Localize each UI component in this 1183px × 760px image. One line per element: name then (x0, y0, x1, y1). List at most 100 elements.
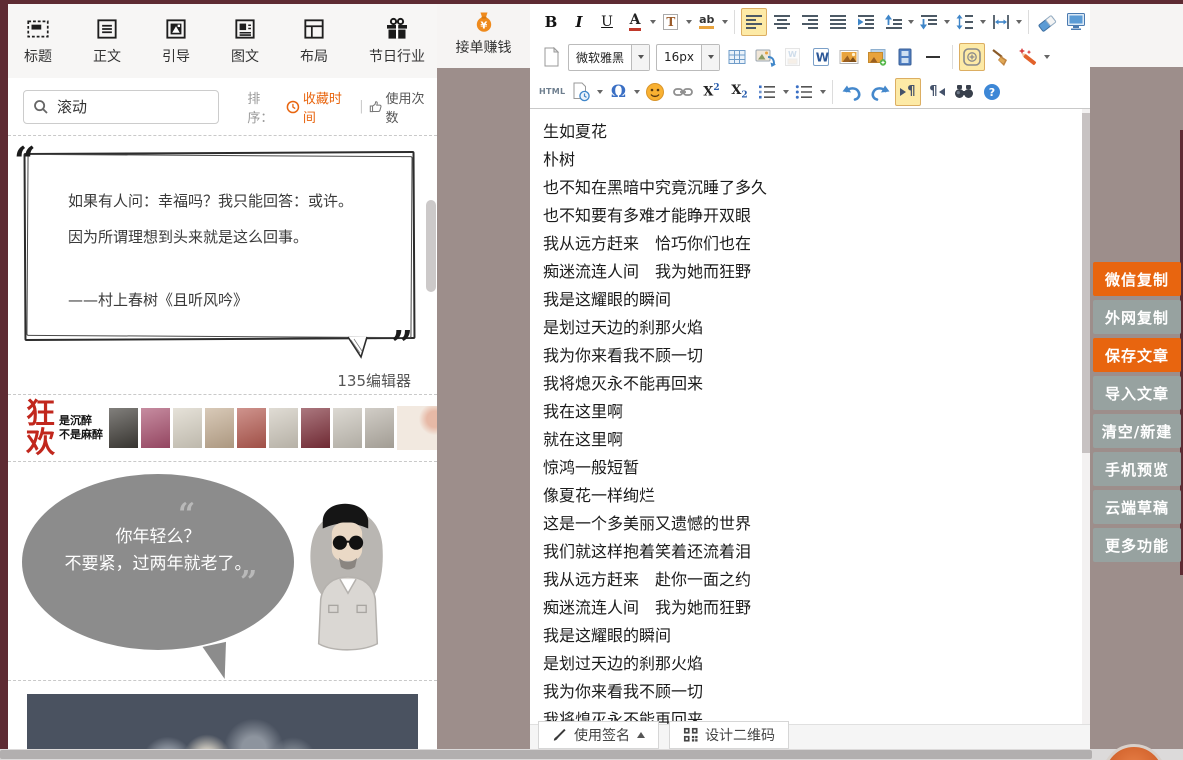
svg-text:¥: ¥ (480, 20, 487, 31)
editor-content[interactable]: 生如夏花朴树也不知在黑暗中究竟沉睡了多久也不知要有多难才能睁开双眼我从远方赶来 … (530, 109, 1082, 725)
font-color-caret[interactable] (649, 9, 657, 35)
region-select-button[interactable] (959, 43, 985, 71)
help-button[interactable]: ? (979, 78, 1005, 106)
wechat-copy-button[interactable]: 微信复制 (1093, 262, 1181, 296)
tab-title[interactable]: 标题 (24, 16, 52, 66)
unordered-list-caret[interactable] (818, 79, 827, 105)
horizontal-rule-button[interactable] (920, 43, 946, 71)
ordered-list-caret[interactable] (781, 79, 790, 105)
auto-typeset-caret[interactable] (1042, 44, 1051, 70)
word-image-button[interactable]: W (780, 43, 806, 71)
font-family-caret[interactable] (631, 45, 649, 70)
sidebar-scrollbar[interactable] (426, 200, 436, 292)
paragraph-space-before-button[interactable] (881, 8, 907, 36)
ltr-direction-button[interactable]: ¶ (895, 78, 921, 106)
tab-festival[interactable]: 节日行业 (369, 16, 425, 66)
word-import-button[interactable]: W (808, 43, 834, 71)
redo-button[interactable] (867, 78, 893, 106)
italic-button[interactable]: I (566, 8, 592, 36)
save-article-button[interactable]: 保存文章 (1093, 338, 1181, 372)
unordered-list-button[interactable] (791, 78, 817, 106)
tab-body[interactable]: 正文 (93, 16, 121, 66)
undo-button[interactable] (839, 78, 865, 106)
special-char-button[interactable]: Ω (605, 78, 631, 106)
more-features-button[interactable]: 更多功能 (1093, 528, 1181, 562)
highlight-button[interactable]: ab (694, 8, 720, 36)
use-signature-button[interactable]: 使用签名 (538, 721, 659, 749)
insert-video-button[interactable] (892, 43, 918, 71)
multi-image-icon (867, 48, 887, 66)
line-height-button[interactable] (952, 8, 978, 36)
sort-by-usage-count[interactable]: 使用次数 (369, 88, 437, 126)
tab-earn-money[interactable]: ¥ 接单赚钱 (437, 10, 530, 57)
bubble-line: 你年轻么？ (22, 524, 294, 551)
editor-scrollbar-track[interactable] (1082, 109, 1090, 725)
external-copy-button[interactable]: 外网复制 (1093, 300, 1181, 334)
quote-line: 因为所谓理想到头来就是这么回事。 (68, 226, 391, 247)
letter-spacing-button[interactable] (988, 8, 1014, 36)
find-replace-button[interactable] (951, 78, 977, 106)
preview-button[interactable] (1063, 8, 1089, 36)
snippet-caret[interactable] (595, 79, 604, 105)
link-icon (673, 86, 693, 98)
space-before-caret[interactable] (908, 9, 916, 35)
template-item-quote[interactable]: “ ” 如果有人问：幸福吗？我只能回答：或许。 因为所谓理想到头来就是这么回事。… (8, 135, 437, 395)
snippet-button[interactable] (568, 78, 594, 106)
align-left-button[interactable] (741, 8, 767, 36)
mobile-preview-button[interactable]: 手机预览 (1093, 452, 1181, 486)
tab-guide[interactable]: 引导 (162, 16, 190, 66)
search-input[interactable]: 滚动 (23, 90, 219, 124)
insert-link-button[interactable] (670, 78, 696, 106)
guide-icon (163, 16, 189, 42)
new-document-button[interactable] (538, 43, 564, 71)
paragraph-space-after-button[interactable] (916, 8, 942, 36)
screenshot-upload-button[interactable] (752, 43, 778, 71)
insert-table-button[interactable] (724, 43, 750, 71)
template-item-banner[interactable]: 狂欢 是沉醉 不是麻醉 (8, 395, 437, 462)
bold-button[interactable]: B (538, 8, 564, 36)
template-item-bubble[interactable]: “ ” 你年轻么？ 不要紧，过两年就老了。 (8, 462, 437, 681)
font-family-select[interactable]: 微软雅黑 (568, 44, 650, 71)
align-center-button[interactable] (769, 8, 795, 36)
html-source-button[interactable]: HTML (538, 78, 566, 106)
sort-controls: 排序： 收藏时间 | 使用次数 (247, 88, 437, 126)
emoji-button[interactable] (642, 78, 668, 106)
font-size-caret[interactable] (701, 45, 719, 70)
align-right-button[interactable] (797, 8, 823, 36)
space-after-caret[interactable] (943, 9, 951, 35)
tab-image-text[interactable]: 图文 (231, 16, 259, 66)
subscript-button[interactable]: X2 (726, 78, 752, 106)
cloud-draft-button[interactable]: 云端草稿 (1093, 490, 1181, 524)
superscript-button[interactable]: X2 (698, 78, 724, 106)
close-quote-mark: ” (391, 326, 413, 364)
magic-wand-icon (1017, 47, 1039, 67)
font-size-select[interactable]: 16px (656, 44, 720, 71)
clear-new-button[interactable]: 清空/新建 (1093, 414, 1181, 448)
font-border-button[interactable]: T (658, 8, 684, 36)
insert-image-button[interactable] (836, 43, 862, 71)
rtl-direction-button[interactable]: ¶ (923, 78, 949, 106)
design-qrcode-button[interactable]: 设计二维码 (669, 721, 789, 749)
sort-by-favorite-time[interactable]: 收藏时间 (286, 88, 354, 126)
font-border-caret[interactable] (685, 9, 693, 35)
import-article-button[interactable]: 导入文章 (1093, 376, 1181, 410)
editor-scrollbar-thumb[interactable] (1082, 113, 1090, 453)
tab-layout[interactable]: 布局 (300, 16, 328, 66)
page-horizontal-scrollbar-thumb[interactable] (0, 750, 1092, 759)
editor-line: 我们就这样抱着笑着还流着泪 (543, 538, 1082, 566)
font-color-button[interactable]: A (622, 8, 648, 36)
auto-typeset-button[interactable] (1015, 43, 1041, 71)
ordered-list-button[interactable] (754, 78, 780, 106)
toolbar-row-3: HTML Ω X2 X2 (530, 75, 1090, 108)
format-eraser-button[interactable] (1035, 8, 1061, 36)
indent-button[interactable] (853, 8, 879, 36)
align-justify-button[interactable] (825, 8, 851, 36)
line-height-caret[interactable] (979, 9, 987, 35)
letter-spacing-caret[interactable] (1015, 9, 1023, 35)
underline-button[interactable]: U (594, 8, 620, 36)
highlight-caret[interactable] (721, 9, 729, 35)
clear-format-button[interactable] (987, 43, 1013, 71)
page-horizontal-scrollbar[interactable] (0, 749, 1183, 760)
special-char-caret[interactable] (632, 79, 641, 105)
multi-image-button[interactable] (864, 43, 890, 71)
